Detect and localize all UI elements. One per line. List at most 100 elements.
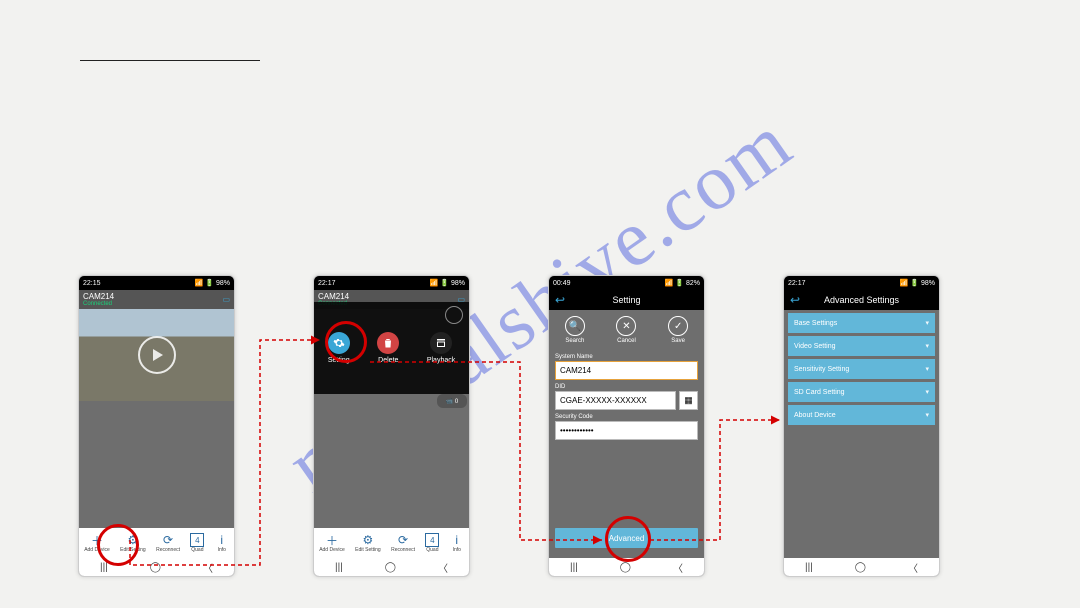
phone-3: 00:49 📶 🔋 82% ↩ Setting 🔍Search ✕Cancel … — [548, 275, 705, 577]
settings-item-video[interactable]: Video Setting — [788, 336, 935, 356]
status-icons: 📶 🔋 82% — [665, 279, 700, 287]
play-icon[interactable] — [138, 336, 176, 374]
video-thumbnail[interactable] — [79, 309, 234, 401]
phone-2: 22:17 📶 🔋 98% CAM214 Connected ▭ Setting… — [313, 275, 470, 577]
action-cancel[interactable]: ✕Cancel — [616, 316, 636, 344]
info-icon: i — [215, 533, 229, 547]
back-arrow-icon[interactable]: ↩ — [555, 293, 565, 307]
back-icon[interactable]: 〈 — [438, 560, 448, 575]
header-rule — [80, 60, 260, 61]
camera-name: CAM214 — [318, 292, 349, 301]
camera-name: CAM214 — [83, 292, 114, 301]
settings-item-sdcard[interactable]: SD Card Setting — [788, 382, 935, 402]
android-navbar: ||| ◯ 〈 — [314, 558, 469, 576]
label-did: DID — [555, 384, 698, 390]
camera-header: CAM214 Connected ▭ — [79, 290, 234, 309]
search-icon: 🔍 — [565, 316, 585, 336]
advanced-button[interactable]: Advanced — [555, 528, 698, 548]
recent-icon[interactable]: ||| — [100, 562, 108, 573]
action-save[interactable]: ✓Save — [668, 316, 688, 344]
overlay-delete[interactable]: Delete — [377, 332, 399, 364]
toolbar-add-device[interactable]: ＋Add Device — [84, 533, 110, 553]
overlay-setting[interactable]: Setting — [328, 332, 350, 364]
status-bar: 22:15 📶 🔋 98% — [79, 276, 234, 290]
status-bar: 22:17 📶 🔋 98% — [784, 276, 939, 290]
toolbar-reconnect[interactable]: ⟳Reconnect — [156, 533, 180, 553]
screen-title: Setting — [612, 295, 640, 305]
settings-item-about[interactable]: About Device — [788, 405, 935, 425]
back-arrow-icon[interactable]: ↩ — [790, 293, 800, 307]
phone-4: 22:17 📶 🔋 98% ↩ Advanced Settings Base S… — [783, 275, 940, 577]
plus-icon: ＋ — [90, 533, 104, 547]
settings-item-base[interactable]: Base Settings — [788, 313, 935, 333]
toolbar-reconnect[interactable]: ⟳Reconnect — [391, 533, 415, 553]
clock: 22:15 — [83, 280, 101, 287]
bookmark-icon[interactable]: ▭ — [222, 295, 230, 304]
toolbar-edit-setting[interactable]: ⚙Edit Setting — [355, 533, 381, 553]
home-icon[interactable]: ◯ — [855, 562, 866, 573]
phone-1: 22:15 📶 🔋 98% CAM214 Connected ▭ ＋Add De… — [78, 275, 235, 577]
toolbar-info[interactable]: iInfo — [215, 533, 229, 553]
gear-icon: ⚙ — [126, 533, 140, 547]
clock: 22:17 — [788, 280, 806, 287]
toolbar-quad[interactable]: 4Quad — [190, 533, 204, 553]
quad-icon: 4 — [425, 533, 439, 547]
refresh-icon: ⟳ — [396, 533, 410, 547]
screen-title-bar: ↩ Advanced Settings — [784, 290, 939, 310]
camera-status: Connected — [83, 301, 114, 307]
android-navbar: ||| ◯ 〈 — [784, 558, 939, 576]
status-icons: 📶 🔋 98% — [900, 279, 935, 287]
recording-count: 📹 0 — [437, 394, 467, 408]
toolbar-info[interactable]: iInfo — [450, 533, 464, 553]
bottom-toolbar: ＋Add Device ⚙Edit Setting ⟳Reconnect 4Qu… — [314, 528, 469, 558]
trash-icon — [377, 332, 399, 354]
check-icon: ✓ — [668, 316, 688, 336]
gear-icon: ⚙ — [361, 533, 375, 547]
bottom-toolbar: ＋Add Device ⚙Edit Setting ⟳Reconnect 4Qu… — [79, 528, 234, 558]
label-security-code: Security Code — [555, 414, 698, 420]
overlay-label: Setting — [328, 357, 350, 364]
input-security-code[interactable]: •••••••••••• — [555, 421, 698, 440]
home-icon[interactable]: ◯ — [620, 562, 631, 573]
info-icon: i — [450, 533, 464, 547]
quad-icon: 4 — [190, 533, 204, 547]
playback-icon — [430, 332, 452, 354]
settings-list: Base Settings Video Setting Sensitivity … — [784, 313, 939, 425]
overlay-label: Delete — [378, 357, 398, 364]
toolbar-edit-setting[interactable]: ⚙Edit Setting — [120, 533, 146, 553]
label-system-name: System Name — [555, 354, 698, 360]
action-row: 🔍Search ✕Cancel ✓Save — [549, 310, 704, 350]
edit-overlay: Setting Delete Playback — [314, 302, 469, 394]
recent-icon[interactable]: ||| — [570, 562, 578, 573]
home-icon[interactable]: ◯ — [385, 562, 396, 573]
back-icon[interactable]: 〈 — [203, 560, 213, 575]
qr-scan-icon[interactable]: ▦ — [679, 391, 698, 410]
screen-title: Advanced Settings — [824, 295, 899, 305]
android-navbar: ||| ◯ 〈 — [549, 558, 704, 576]
clock: 00:49 — [553, 280, 571, 287]
input-did[interactable]: CGAE-XXXXX-XXXXXX — [555, 391, 676, 410]
status-bar: 00:49 📶 🔋 82% — [549, 276, 704, 290]
toolbar-quad[interactable]: 4Quad — [425, 533, 439, 553]
action-search[interactable]: 🔍Search — [565, 316, 585, 344]
radio-select-icon[interactable] — [445, 306, 463, 324]
back-icon[interactable]: 〈 — [673, 560, 683, 575]
status-icons: 📶 🔋 98% — [430, 279, 465, 287]
input-system-name[interactable]: CAM214 — [555, 361, 698, 380]
overlay-label: Playback — [427, 357, 455, 364]
status-bar: 22:17 📶 🔋 98% — [314, 276, 469, 290]
android-navbar: ||| ◯ 〈 — [79, 558, 234, 576]
toolbar-add-device[interactable]: ＋Add Device — [319, 533, 345, 553]
close-icon: ✕ — [616, 316, 636, 336]
overlay-playback[interactable]: Playback — [427, 332, 455, 364]
recent-icon[interactable]: ||| — [335, 562, 343, 573]
gear-icon — [328, 332, 350, 354]
home-icon[interactable]: ◯ — [150, 562, 161, 573]
screen-title-bar: ↩ Setting — [549, 290, 704, 310]
settings-item-sensitivity[interactable]: Sensitivity Setting — [788, 359, 935, 379]
back-icon[interactable]: 〈 — [908, 560, 918, 575]
plus-icon: ＋ — [325, 533, 339, 547]
clock: 22:17 — [318, 280, 336, 287]
recent-icon[interactable]: ||| — [805, 562, 813, 573]
refresh-icon: ⟳ — [161, 533, 175, 547]
